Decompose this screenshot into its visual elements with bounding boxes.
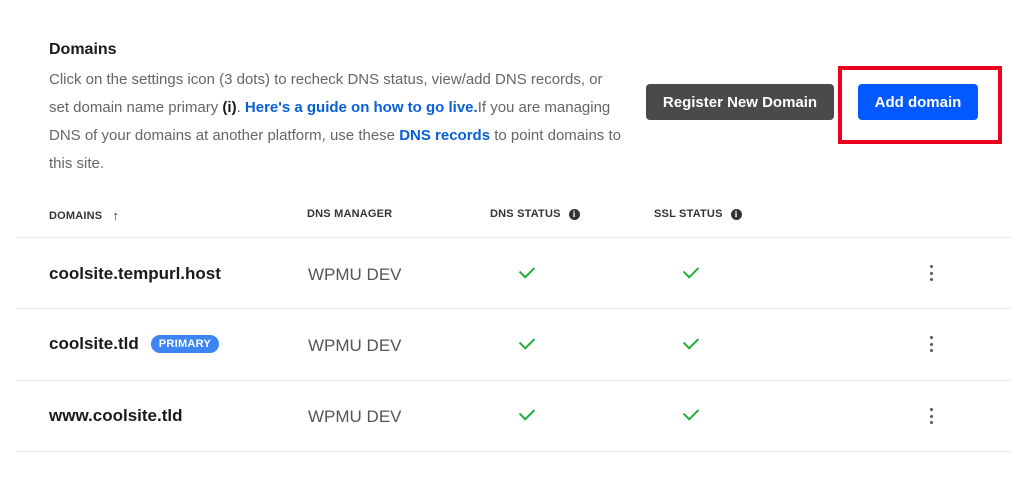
table-divider: [16, 237, 1012, 238]
column-header-dns-manager-label: DNS MANAGER: [307, 208, 393, 220]
table-row-divider: [16, 451, 1012, 452]
column-header-dns-status: DNS STATUS i: [490, 208, 580, 220]
table-row-domain: www.coolsite.tld: [49, 406, 183, 426]
column-header-dns-status-label: DNS STATUS: [490, 208, 561, 220]
row-settings-menu-icon[interactable]: [929, 336, 933, 352]
table-row-domain: coolsite.tld PRIMARY: [49, 334, 220, 354]
column-header-domains-label: DOMAINS: [49, 209, 103, 222]
table-row-divider: [16, 380, 1012, 381]
column-header-ssl-status-label: SSL STATUS: [654, 208, 723, 220]
column-header-dns-manager: DNS MANAGER: [307, 208, 392, 220]
primary-badge: PRIMARY: [150, 335, 220, 353]
table-row-domain: coolsite.tempurl.host: [49, 264, 221, 284]
dns-records-link[interactable]: DNS records: [399, 127, 490, 144]
row-settings-menu-icon[interactable]: [929, 265, 933, 281]
row-settings-menu-icon[interactable]: [929, 408, 933, 424]
table-row-divider: [16, 308, 1012, 309]
register-new-domain-button[interactable]: Register New Domain: [646, 84, 834, 120]
info-icon[interactable]: i: [568, 208, 580, 220]
ssl-status-check-icon: [682, 333, 700, 350]
domain-name: www.coolsite.tld: [49, 406, 183, 425]
domains-description: Click on the settings icon (3 dots) to r…: [49, 66, 624, 178]
dns-manager-value: WPMU DEV: [308, 407, 402, 426]
column-header-ssl-status: SSL STATUS i: [654, 208, 742, 220]
domain-name: coolsite.tld: [49, 334, 139, 353]
dns-manager-value: WPMU DEV: [308, 265, 402, 284]
go-live-guide-link[interactable]: Here's a guide on how to go live.: [245, 99, 478, 116]
dns-manager-value: WPMU DEV: [308, 336, 402, 355]
add-domain-button[interactable]: Add domain: [858, 84, 978, 120]
dns-status-check-icon: [518, 404, 536, 421]
domains-title: Domains: [49, 41, 117, 58]
column-header-domains[interactable]: DOMAINS ↑: [49, 208, 119, 223]
ssl-status-check-icon: [682, 404, 700, 421]
dns-status-check-icon: [518, 262, 536, 279]
dns-status-check-icon: [518, 333, 536, 350]
arrow-up-icon[interactable]: ↑: [112, 208, 119, 223]
info-icon[interactable]: i: [730, 208, 742, 220]
description-info-marker: (i): [222, 99, 237, 116]
ssl-status-check-icon: [682, 262, 700, 279]
description-text-2: .: [236, 99, 245, 116]
domain-name: coolsite.tempurl.host: [49, 264, 221, 283]
